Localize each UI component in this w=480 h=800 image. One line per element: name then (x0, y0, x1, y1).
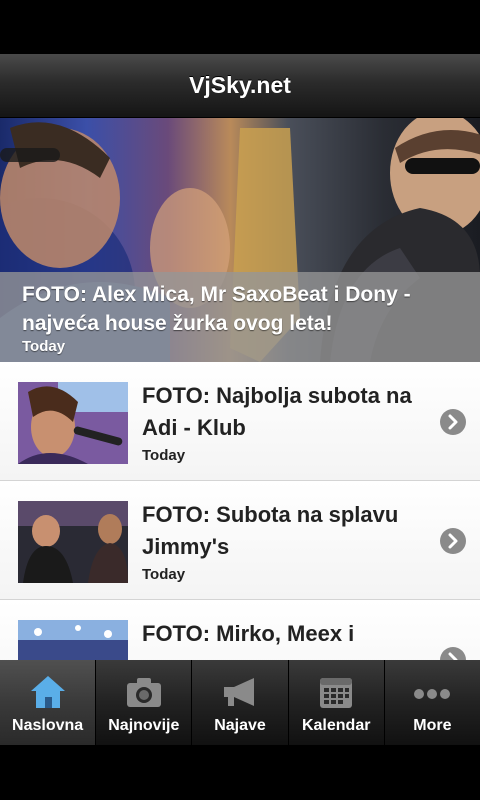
article-item[interactable]: FOTO: Najbolja subota na Adi - Klub Toda… (0, 362, 480, 481)
article-item[interactable]: FOTO: Mirko, Meex i (0, 600, 480, 660)
chevron-right-icon[interactable] (440, 528, 466, 554)
tab-label: Naslovna (12, 717, 84, 734)
tab-najnovije[interactable]: Najnovije (96, 660, 193, 745)
featured-article-date: Today (22, 338, 66, 355)
tab-more[interactable]: More (385, 660, 480, 745)
tab-label: Najave (214, 717, 266, 734)
article-thumbnail (18, 501, 128, 583)
title-bar: VjSky.net (0, 54, 480, 118)
article-list: FOTO: Najbolja subota na Adi - Klub Toda… (0, 362, 480, 660)
tab-najave[interactable]: Najave (192, 660, 289, 745)
app-title: VjSky.net (189, 72, 291, 98)
tab-kalendar[interactable]: Kalendar (289, 660, 385, 745)
home-icon (30, 676, 65, 708)
featured-article-headline: FOTO: Alex Mica, Mr SaxoBeat i Dony - na… (22, 283, 411, 335)
article-thumbnail (18, 382, 128, 464)
article-date: Today (142, 447, 186, 464)
tab-label: Kalendar (301, 717, 371, 734)
tab-bar: Naslovna Najnovije Najave Kalendar More (0, 660, 480, 745)
chevron-right-icon[interactable] (440, 409, 466, 435)
tab-label: Najnovije (108, 717, 180, 734)
article-date: Today (142, 566, 186, 583)
system-nav-bar (0, 745, 480, 800)
tab-label: More (413, 717, 452, 734)
article-headline: FOTO: Subota na splavu Jimmy's (142, 502, 399, 559)
status-bar (0, 0, 480, 54)
chevron-right-icon[interactable] (440, 647, 466, 660)
article-headline: FOTO: Najbolja subota na Adi - Klub (142, 383, 412, 440)
tab-naslovna[interactable]: Naslovna (0, 660, 97, 745)
featured-article[interactable]: FOTO: Alex Mica, Mr SaxoBeat i Dony - na… (0, 118, 480, 362)
article-headline: FOTO: Mirko, Meex i (142, 621, 355, 646)
calendar-icon (320, 678, 353, 708)
camera-icon (126, 678, 161, 707)
article-item[interactable]: FOTO: Subota na splavu Jimmy's Today (0, 481, 480, 600)
featured-article-caption: FOTO: Alex Mica, Mr SaxoBeat i Dony - na… (0, 272, 480, 362)
more-icon (414, 689, 451, 699)
article-thumbnail (18, 620, 128, 660)
megaphone-icon (224, 678, 254, 706)
